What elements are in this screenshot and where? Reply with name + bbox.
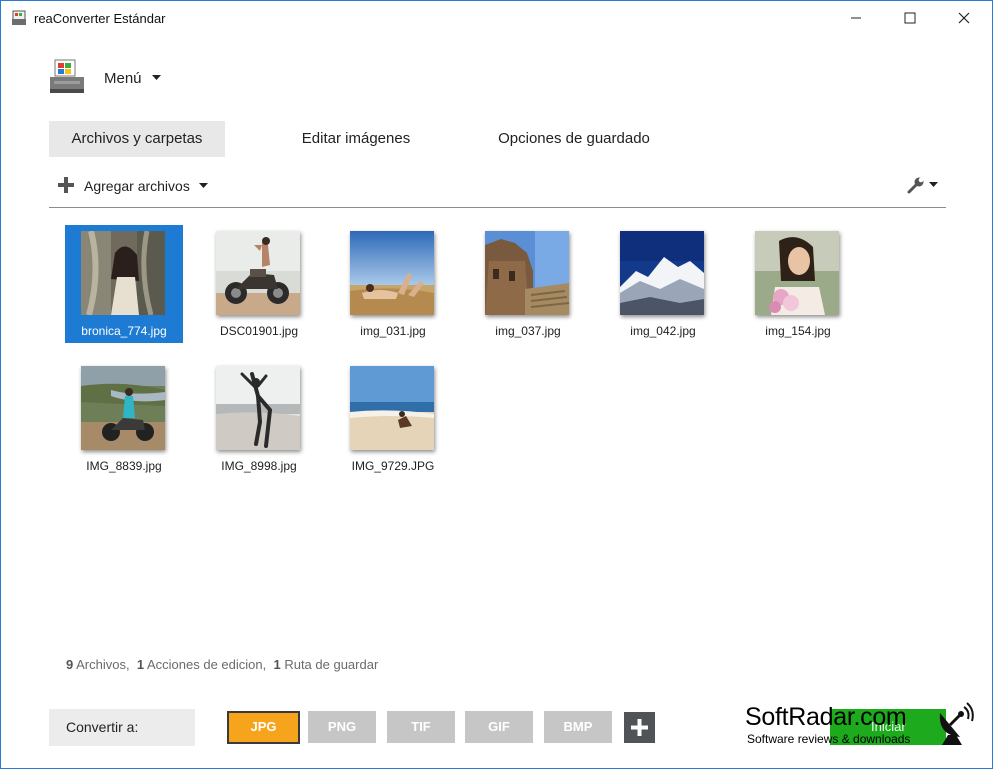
paths-label: Ruta de guardar — [284, 657, 379, 672]
caret-down-icon[interactable] — [929, 182, 938, 187]
file-thumbnail[interactable]: img_037.jpg — [469, 225, 587, 343]
format-png-button[interactable]: PNG — [308, 711, 376, 743]
toolbar-divider — [49, 207, 946, 208]
watermark-title: SoftRadar.com — [745, 703, 907, 731]
satellite-dish-icon — [939, 702, 974, 745]
image-thumbnail — [620, 231, 704, 315]
add-files-button[interactable]: Agregar archivos — [84, 178, 190, 194]
file-name: img_037.jpg — [495, 324, 561, 338]
close-icon — [958, 12, 970, 24]
app-logo-icon — [50, 59, 84, 93]
file-name: IMG_8839.jpg — [86, 459, 162, 473]
files-count: 9 — [66, 657, 74, 672]
actions-count: 1 — [136, 657, 145, 672]
format-jpg-button[interactable]: JPG — [227, 711, 300, 744]
image-thumbnail — [755, 231, 839, 315]
format-tif-button[interactable]: TIF — [387, 711, 455, 743]
tab-save-options[interactable]: Opciones de guardado — [485, 121, 663, 157]
image-thumbnail — [216, 231, 300, 315]
tab-edit-images[interactable]: Editar imágenes — [287, 121, 425, 157]
file-thumbnail[interactable]: IMG_8998.jpg — [200, 360, 318, 478]
caret-down-icon — [152, 75, 161, 80]
maximize-icon — [904, 12, 916, 24]
plus-icon — [631, 719, 648, 736]
toolbar: Agregar archivos — [49, 171, 946, 201]
file-name: IMG_9729.JPG — [351, 459, 435, 473]
image-thumbnail — [216, 366, 300, 450]
file-thumbnail[interactable]: img_042.jpg — [604, 225, 722, 343]
title-bar[interactable]: reaConverter Estándar — [1, 1, 992, 35]
maximize-button[interactable] — [887, 1, 933, 35]
file-name: IMG_8998.jpg — [221, 459, 297, 473]
wrench-icon[interactable] — [906, 175, 926, 195]
paths-count: 1 — [273, 657, 281, 672]
file-name: img_154.jpg — [765, 324, 831, 338]
format-bmp-button[interactable]: BMP — [544, 711, 612, 743]
status-summary: 9 Archivos, 1 Acciones de edicion, 1 Rut… — [66, 657, 378, 672]
app-icon — [12, 10, 26, 25]
image-thumbnail — [350, 366, 434, 450]
file-thumbnail[interactable]: img_031.jpg — [334, 225, 452, 343]
file-thumbnail[interactable]: DSC01901.jpg — [200, 225, 318, 343]
file-thumbnail[interactable]: IMG_9729.JPG — [334, 360, 452, 478]
minimize-button[interactable] — [833, 1, 879, 35]
file-thumbnail[interactable]: img_154.jpg — [739, 225, 857, 343]
file-thumbnail[interactable]: bronica_774.jpg — [65, 225, 183, 343]
tab-files-folders[interactable]: Archivos y carpetas — [49, 121, 225, 157]
actions-label: Acciones de edicion, — [146, 657, 267, 672]
watermark-subtitle: Software reviews & downloads — [747, 732, 911, 746]
plus-icon[interactable] — [58, 177, 74, 193]
app-window: reaConverter Estándar Menú Archivos y ca… — [0, 0, 993, 769]
file-thumbnail[interactable]: IMG_8839.jpg — [65, 360, 183, 478]
start-area: Iniciar SoftRadar.com Software reviews &… — [744, 701, 976, 749]
window-title: reaConverter Estándar — [34, 11, 166, 26]
image-thumbnail — [485, 231, 569, 315]
file-name: DSC01901.jpg — [219, 324, 299, 338]
file-name: img_042.jpg — [630, 324, 696, 338]
add-format-button[interactable] — [624, 712, 655, 743]
caret-down-icon[interactable] — [199, 183, 208, 188]
files-label: Archivos, — [76, 657, 130, 672]
format-gif-button[interactable]: GIF — [465, 711, 533, 743]
convert-to-label: Convertir a: — [49, 709, 195, 746]
image-thumbnail — [81, 366, 165, 450]
file-name: bronica_774.jpg — [81, 324, 167, 338]
image-thumbnail — [350, 231, 434, 315]
minimize-icon — [851, 17, 861, 19]
file-name: img_031.jpg — [360, 324, 426, 338]
image-thumbnail — [81, 231, 165, 315]
close-button[interactable] — [941, 1, 987, 35]
menu-label: Menú — [104, 70, 142, 87]
